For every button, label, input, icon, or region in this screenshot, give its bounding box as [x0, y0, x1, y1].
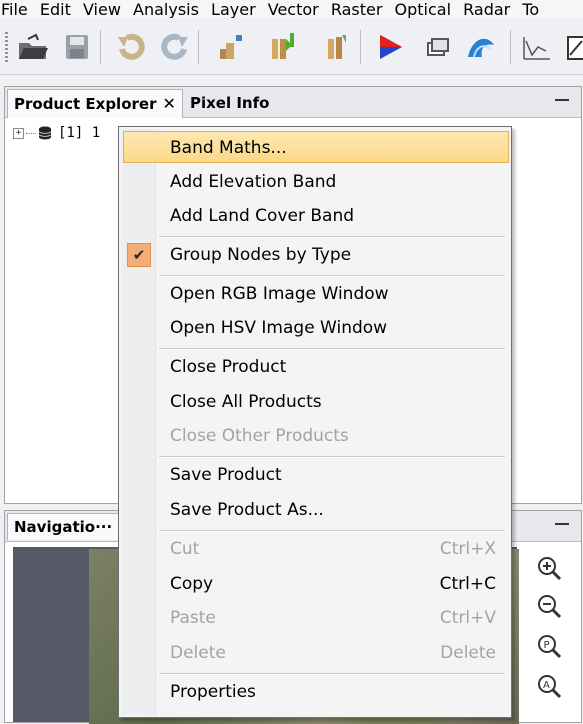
- menu-file[interactable]: File: [1, 0, 28, 18]
- redo-icon[interactable]: [156, 29, 194, 65]
- toolbar-separator: [510, 30, 511, 64]
- expand-icon[interactable]: +: [13, 127, 24, 139]
- menu-item-properties[interactable]: Properties: [121, 676, 509, 708]
- toolbar-separator: [360, 30, 361, 64]
- color-manipulation-icon[interactable]: [372, 29, 410, 65]
- tile-windows-icon[interactable]: [418, 29, 456, 65]
- menu-item-label: Paste: [170, 608, 216, 628]
- menu-edit[interactable]: Edit: [40, 0, 71, 18]
- menu-item-label: Add Land Cover Band: [170, 206, 355, 226]
- menu-item-group-nodes-by-type[interactable]: ✔ Group Nodes by Type: [121, 239, 509, 271]
- menu-tools[interactable]: To: [522, 0, 539, 18]
- tree-product-label: [1] 1: [58, 125, 101, 141]
- menu-item-label: Close All Products: [170, 392, 322, 412]
- menu-item-label: Save Product: [170, 465, 282, 485]
- close-tab-icon[interactable]: ✕: [162, 94, 175, 113]
- navigation-tools: P A: [521, 547, 581, 722]
- tree-product-node[interactable]: + [1] 1: [13, 125, 100, 141]
- menu-item-add-land-cover-band[interactable]: Add Land Cover Band: [121, 200, 509, 232]
- svg-text:A: A: [543, 680, 550, 691]
- toolbar-separator: [100, 30, 101, 64]
- menu-item-paste: Paste Ctrl+V: [121, 602, 509, 634]
- tab-product-explorer-label: Product Explorer: [14, 95, 157, 113]
- menu-analysis[interactable]: Analysis: [133, 0, 199, 18]
- menu-radar[interactable]: Radar: [463, 0, 510, 18]
- menu-item-label: Close Product: [170, 357, 287, 377]
- menu-item-copy[interactable]: Copy Ctrl+C: [121, 568, 509, 600]
- menu-item-label: Band Maths...: [170, 138, 287, 158]
- tab-pixel-info[interactable]: Pixel Info: [184, 89, 275, 117]
- zoom-all-icon[interactable]: A: [535, 673, 563, 701]
- menu-separator: [159, 348, 505, 350]
- menu-separator: [159, 236, 505, 238]
- context-menu: Band Maths... Add Elevation Band Add Lan…: [118, 126, 512, 718]
- band-import-icon[interactable]: [264, 29, 302, 65]
- menu-item-band-maths[interactable]: Band Maths...: [123, 131, 509, 163]
- menu-optical[interactable]: Optical: [395, 0, 452, 18]
- undo-icon[interactable]: [112, 29, 150, 65]
- open-product-icon[interactable]: [14, 29, 52, 65]
- import-raster-icon[interactable]: [212, 29, 250, 65]
- menu-item-label: Save Product As...: [170, 500, 324, 520]
- svg-text:P: P: [544, 640, 550, 651]
- menu-item-shortcut: Delete: [440, 643, 496, 663]
- tree-connector: [26, 132, 36, 134]
- menu-item-cut: Cut Ctrl+X: [121, 533, 509, 565]
- menu-separator: [159, 275, 505, 277]
- menu-item-delete: Delete Delete: [121, 637, 509, 669]
- tab-product-explorer[interactable]: Product Explorer ✕: [7, 89, 183, 118]
- menu-item-save-product-as[interactable]: Save Product As...: [121, 494, 509, 526]
- explorer-tab-bar: Product Explorer ✕ Pixel Info: [5, 87, 581, 118]
- menu-separator: [159, 456, 505, 458]
- zoom-out-icon[interactable]: [535, 593, 563, 621]
- menu-item-close-all-products[interactable]: Close All Products: [121, 386, 509, 418]
- menu-separator: [159, 530, 505, 532]
- menu-item-save-product[interactable]: Save Product: [121, 459, 509, 491]
- menu-item-label: Delete: [170, 643, 226, 663]
- menu-item-label: Open RGB Image Window: [170, 284, 389, 304]
- toolbar-grip[interactable]: [5, 32, 8, 62]
- menu-item-label: Properties: [170, 682, 256, 702]
- menu-item-label: Open HSV Image Window: [170, 318, 388, 338]
- menu-item-label: Copy: [170, 574, 214, 594]
- menu-separator: [159, 673, 505, 675]
- minimize-icon[interactable]: [555, 523, 569, 525]
- toolbar-separator: [198, 30, 199, 64]
- product-database-icon: [38, 126, 52, 140]
- minimize-icon[interactable]: [555, 99, 569, 101]
- menu-item-shortcut: Ctrl+C: [439, 574, 496, 594]
- checkmark-icon: ✔: [127, 243, 151, 267]
- menu-item-shortcut: Ctrl+X: [439, 539, 496, 559]
- spectrum-icon[interactable]: [518, 29, 556, 65]
- menu-bar: File Edit View Analysis Layer Vector Ras…: [0, 0, 583, 18]
- menu-item-shortcut: Ctrl+V: [439, 608, 496, 628]
- menu-item-close-other-products: Close Other Products: [121, 420, 509, 452]
- save-product-icon[interactable]: [58, 29, 96, 65]
- zoom-pixel-icon[interactable]: P: [535, 633, 563, 661]
- menu-item-add-elevation-band[interactable]: Add Elevation Band: [121, 166, 509, 198]
- menu-layer[interactable]: Layer: [211, 0, 256, 18]
- range-finder-icon[interactable]: [562, 29, 583, 65]
- menu-view[interactable]: View: [83, 0, 121, 18]
- zoom-in-icon[interactable]: [535, 555, 563, 583]
- menu-raster[interactable]: Raster: [331, 0, 383, 18]
- menu-item-label: Close Other Products: [170, 426, 349, 446]
- menu-item-label: Add Elevation Band: [170, 172, 337, 192]
- menu-item-open-rgb-image-window[interactable]: Open RGB Image Window: [121, 278, 509, 310]
- toolbar: [0, 20, 583, 75]
- menu-item-close-product[interactable]: Close Product: [121, 351, 509, 383]
- menu-vector[interactable]: Vector: [268, 0, 319, 18]
- menu-item-open-hsv-image-window[interactable]: Open HSV Image Window: [121, 312, 509, 344]
- menu-item-label: Group Nodes by Type: [170, 245, 352, 265]
- wave-icon[interactable]: [462, 29, 500, 65]
- menu-item-label: Cut: [170, 539, 200, 559]
- band-subset-icon[interactable]: [318, 29, 356, 65]
